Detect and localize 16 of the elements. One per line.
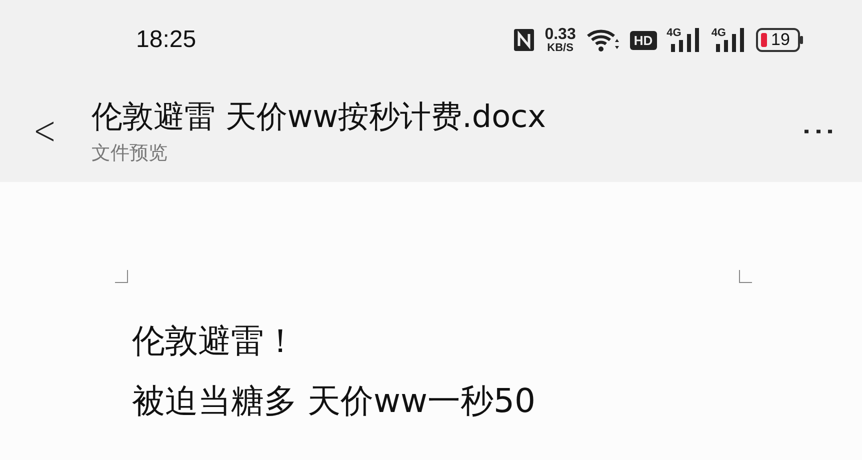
battery-percentage: 19 [771, 30, 790, 50]
battery-icon [756, 28, 804, 52]
back-button[interactable]: < [30, 108, 60, 154]
network-type-label: 4G [666, 28, 682, 39]
more-menu-button[interactable]: ⋮ [798, 108, 840, 154]
network-type-label: 4G [711, 28, 726, 39]
clock-time: 18:25 [136, 26, 196, 54]
hd-badge: HD [630, 30, 657, 50]
document-paragraph: 被迫当糖多 天价ww一秒50 [132, 380, 536, 422]
document-paragraph: 伦敦避雷！ [132, 320, 298, 362]
subtitle: 文件预览 [92, 141, 169, 166]
network-speed: 0.33 [544, 26, 576, 42]
document-title: 伦敦避雷 天价ww按秒计费.docx [92, 98, 547, 137]
network-speed-unit: KB/S [547, 42, 574, 54]
wifi-icon [586, 27, 620, 53]
nfc-icon [512, 28, 535, 52]
